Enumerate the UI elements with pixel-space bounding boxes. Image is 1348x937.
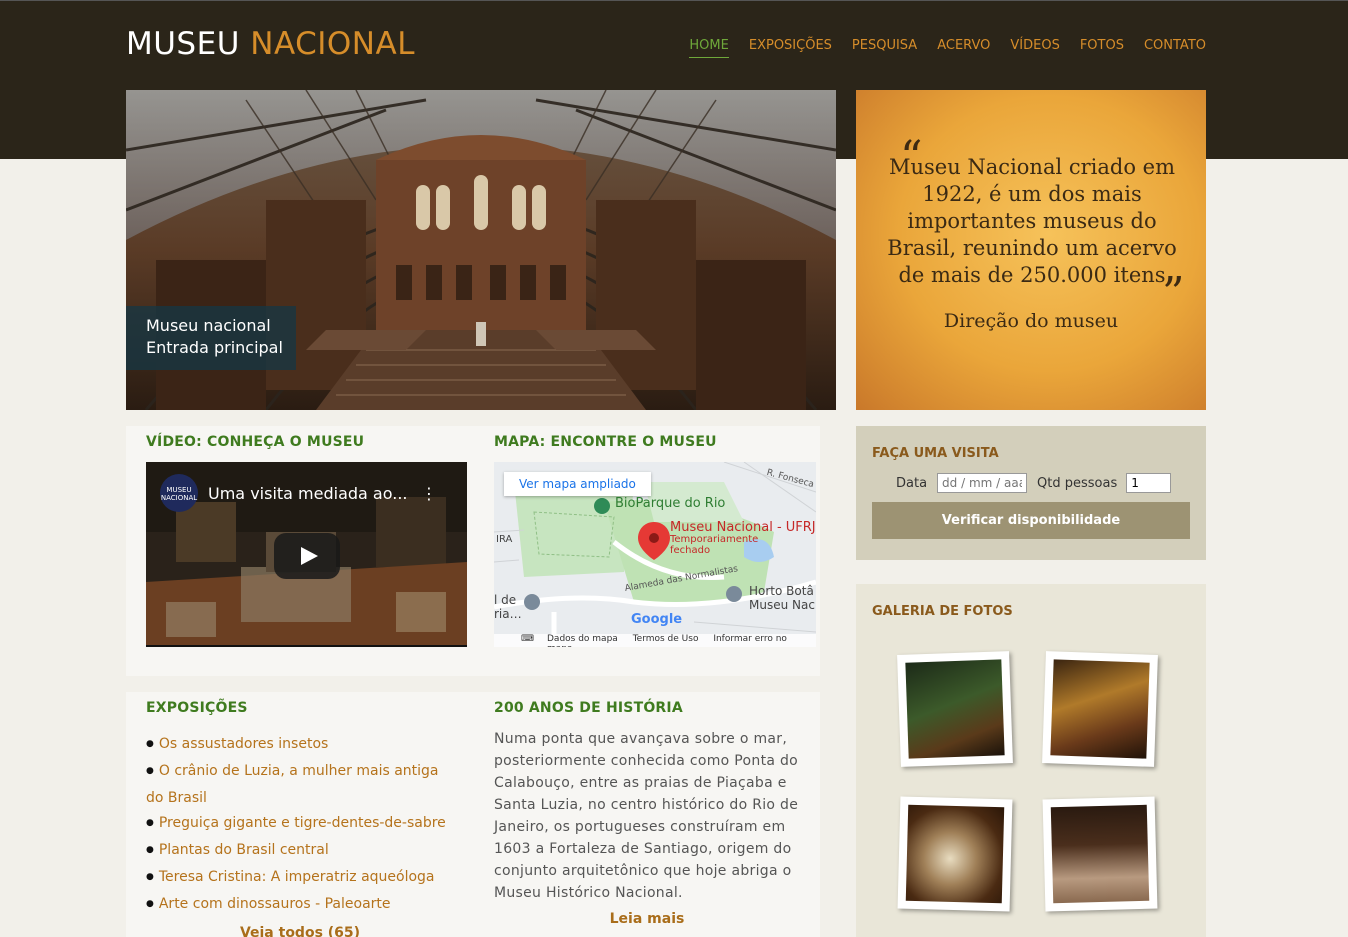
more-options-icon[interactable]: ⋮ [421,484,437,503]
channel-logo[interactable]: MUSEU NACIONAL [160,474,198,512]
history-section-title: 200 ANOS DE HISTÓRIA [494,700,683,716]
google-logo: Google [631,612,683,627]
exhibitions-list: Os assustadores insetos O crânio de Luzi… [146,732,454,919]
quote-text: Museu Nacional criado em 1922, é um dos … [887,155,1177,287]
visit-form: FAÇA UMA VISITA Data Qtd pessoas Verific… [856,426,1206,560]
map-label-left2: ria… [494,607,522,621]
quote-card: “ Museu Nacional criado em 1922, é um do… [856,90,1206,410]
exhibition-item[interactable]: Preguiça gigante e tigre-dentes-de-sabre [146,811,454,838]
embedded-map[interactable]: Ver mapa ampliado BioParque do Rio Museu… [494,462,816,647]
nav-contato[interactable]: CONTATO [1144,38,1206,58]
gallery-thumb-1[interactable] [897,651,1013,767]
video-title[interactable]: Uma visita mediada ao... [208,484,408,503]
visit-form-row: Data Qtd pessoas [872,473,1190,493]
visit-title: FAÇA UMA VISITA [872,446,999,461]
gallery-photo-2 [1050,659,1150,759]
map-footer: ⌨ Dados do mapa Termos de Uso Informar e… [494,634,816,647]
map-label-status2: fechado [670,545,711,556]
video-player[interactable]: MUSEU NACIONAL Uma visita mediada ao... … [146,462,467,647]
date-input[interactable] [937,473,1028,493]
gallery-thumb-3[interactable] [897,796,1013,912]
qty-input[interactable] [1126,473,1172,493]
hero-caption-line1: Museu nacional [146,316,271,335]
exhibition-item[interactable]: Os assustadores insetos [146,732,454,759]
site-logo[interactable]: MUSEU NACIONAL [126,26,415,62]
check-availability-button[interactable]: Verificar disponibilidade [872,502,1190,539]
enlarge-map-button[interactable]: Ver mapa ampliado [504,472,651,496]
hero-caption: Museu nacional Entrada principal [126,306,296,370]
history-text: Numa ponta que avançava sobre o mar, pos… [494,731,799,901]
read-more-link[interactable]: Leia mais [494,911,818,927]
hero-image: Museu nacional Entrada principal [126,90,836,410]
nav-acervo[interactable]: ACERVO [937,38,990,58]
main-nav: HOME EXPOSIÇÕES PESQUISA ACERVO VÍDEOS F… [689,38,1206,58]
gallery-title: GALERIA DE FOTOS [872,604,1013,619]
see-all-exhibitions-link[interactable]: Veja todos (65) [146,925,454,937]
gallery-photo-4 [1050,804,1150,904]
logo-word-museu: MUSEU [126,26,240,62]
map-label-bioparque[interactable]: BioParque do Rio [615,496,725,511]
keyboard-icon[interactable]: ⌨ [521,634,534,644]
map-terms-link[interactable]: Termos de Uso [633,634,699,644]
gallery-photo-1 [905,659,1005,759]
history-panel: 200 ANOS DE HISTÓRIA Numa ponta que avan… [474,692,820,937]
exhibitions-section-title: EXPOSIÇÕES [146,700,248,716]
gallery-thumb-4[interactable] [1042,796,1158,912]
map-label-left1: l de [494,593,517,607]
map-label-horto1[interactable]: Horto Botâ [749,584,814,598]
nav-videos[interactable]: VÍDEOS [1010,38,1059,58]
exhibition-item[interactable]: Arte com dinossauros - Paleoarte [146,892,454,919]
date-label: Data [896,475,928,491]
nav-pesquisa[interactable]: PESQUISA [852,38,917,58]
map-data-link[interactable]: Dados do mapa [547,634,618,644]
nav-home[interactable]: HOME [689,38,729,58]
gallery-photo-3 [905,804,1005,904]
exhibition-item[interactable]: Plantas do Brasil central [146,838,454,865]
nav-exposicoes[interactable]: EXPOSIÇÕES [749,38,832,58]
exhibition-item[interactable]: Teresa Cristina: A imperatriz aqueóloga [146,865,454,892]
map-label-status1: Temporariamente [670,534,759,545]
map-label-ira: IRA [496,534,513,545]
map-label-museu[interactable]: Museu Nacional - UFRJ [670,520,816,535]
photo-gallery: GALERIA DE FOTOS [856,584,1206,937]
video-section-title: VÍDEO: CONHEÇA O MUSEU [146,434,365,450]
nav-fotos[interactable]: FOTOS [1080,38,1124,58]
gallery-thumb-2[interactable] [1042,651,1158,767]
map-label-horto2[interactable]: Museu Nac [749,598,815,612]
hero-caption-line2: Entrada principal [146,338,283,357]
exhibition-item[interactable]: O crânio de Luzia, a mulher mais antiga … [146,759,454,811]
quote-author: Direção do museu [943,310,1119,332]
play-icon[interactable] [274,533,340,579]
map-section-title: MAPA: ENCONTRE O MUSEU [494,434,717,450]
exhibitions-panel: EXPOSIÇÕES Os assustadores insetos O crâ… [126,692,474,937]
qty-label: Qtd pessoas [1037,475,1118,491]
logo-word-nacional: NACIONAL [250,26,415,62]
